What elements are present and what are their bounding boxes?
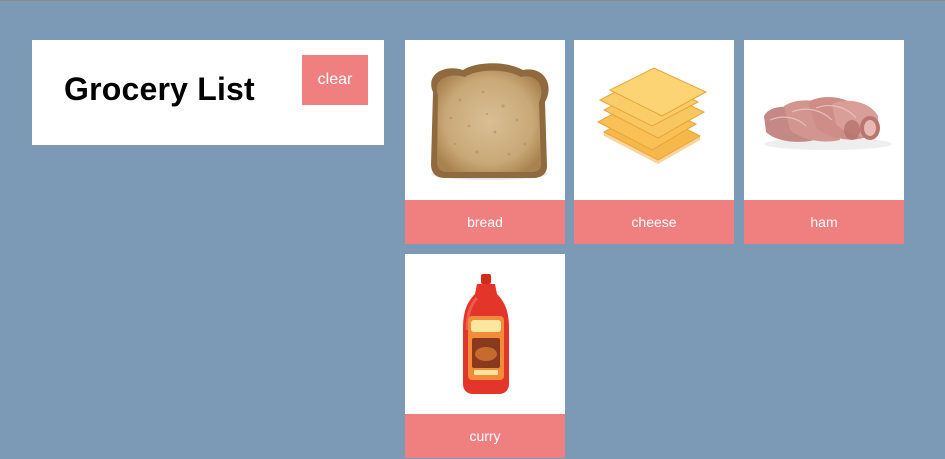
curry-bottle-image [405, 254, 565, 414]
grocery-item-bread[interactable]: bread [405, 40, 565, 244]
grocery-item-curry[interactable]: curry [405, 254, 565, 458]
window-top-border [0, 0, 945, 1]
grocery-item-ham[interactable]: ham [744, 40, 904, 244]
bread-image [405, 40, 565, 200]
item-label-curry: curry [405, 414, 565, 458]
item-label-bread: bread [405, 200, 565, 244]
grocery-list-header: Grocery List clear [32, 40, 384, 145]
grocery-item-cheese[interactable]: cheese [574, 40, 734, 244]
cheese-slices-image [574, 40, 734, 200]
clear-button[interactable]: clear [302, 55, 368, 105]
ham-rolls-image [744, 40, 904, 200]
item-label-cheese: cheese [574, 200, 734, 244]
page-title: Grocery List [64, 71, 255, 107]
item-label-ham: ham [744, 200, 904, 244]
